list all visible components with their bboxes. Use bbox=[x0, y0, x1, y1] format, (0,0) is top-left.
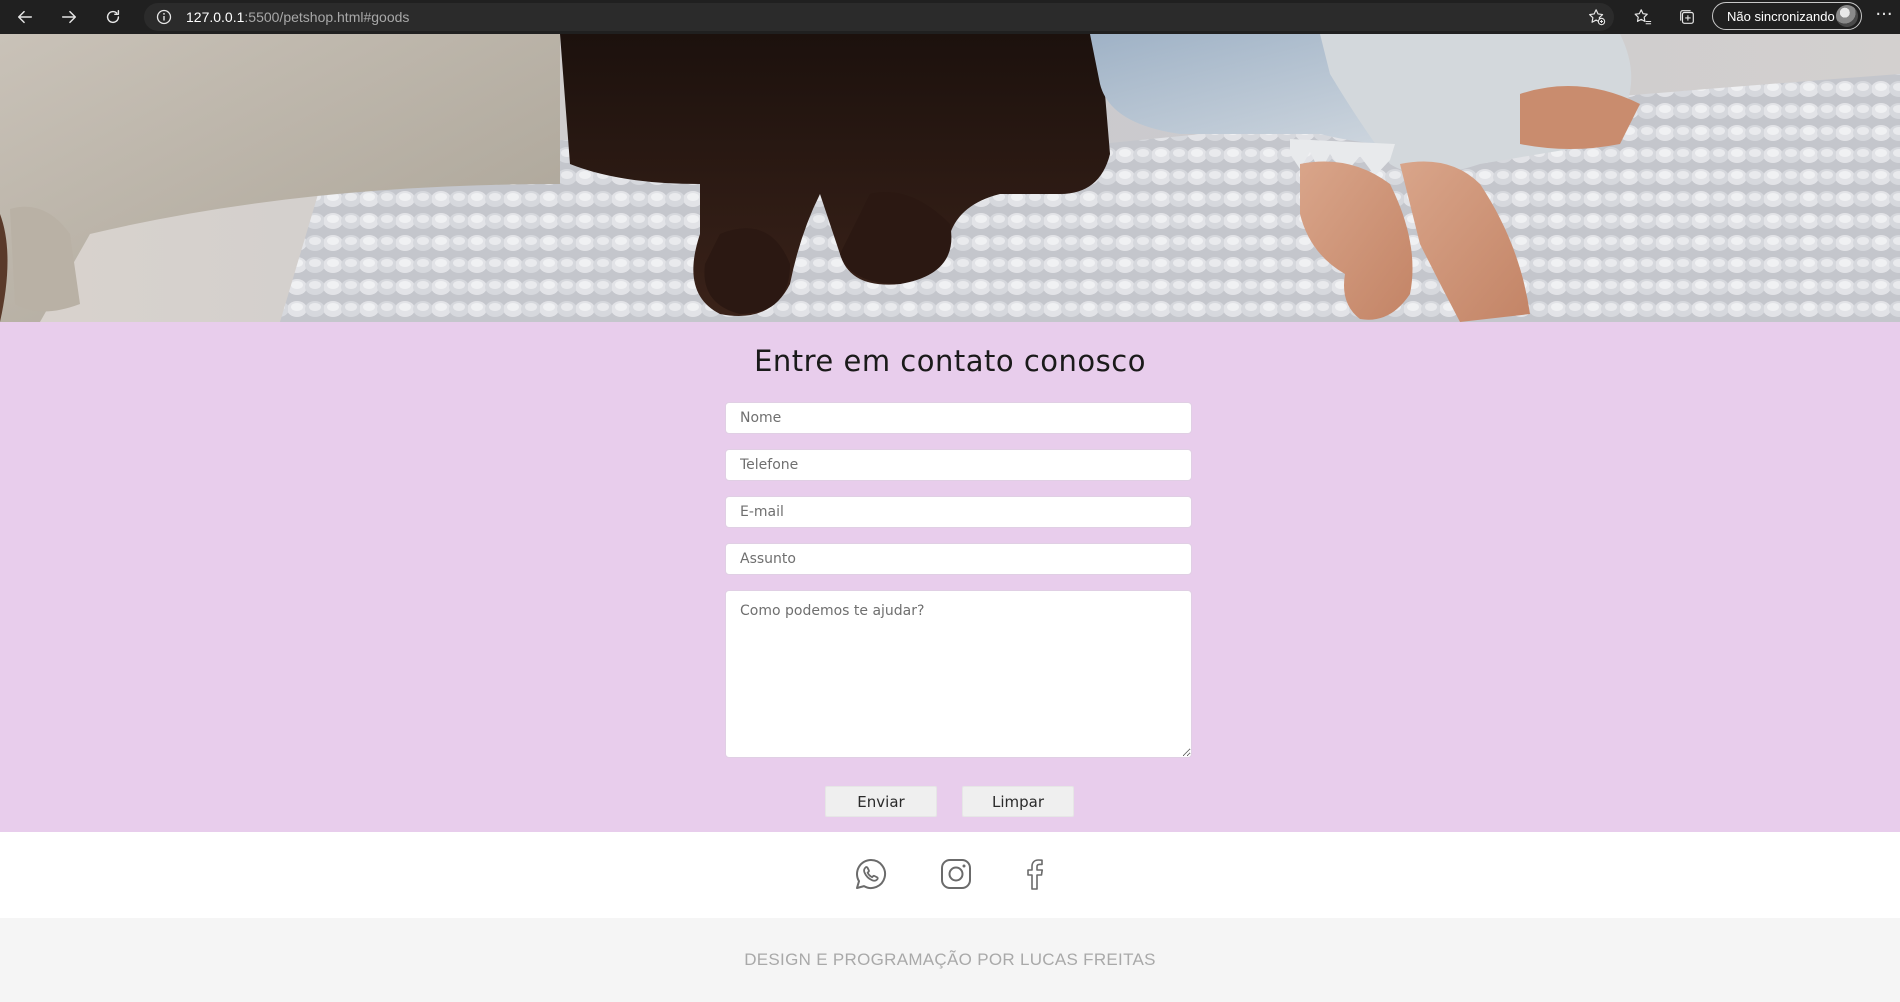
avatar bbox=[1836, 5, 1858, 27]
collections-button[interactable] bbox=[1676, 6, 1698, 28]
submit-button[interactable]: Enviar bbox=[825, 786, 937, 817]
collections-icon bbox=[1680, 10, 1694, 24]
name-input[interactable] bbox=[725, 402, 1192, 434]
subject-input[interactable] bbox=[725, 543, 1192, 575]
more-menu-button[interactable]: ··· bbox=[1872, 4, 1896, 30]
footer-credit: DESIGN E PROGRAMAÇÃO POR LUCAS FREITAS bbox=[744, 950, 1156, 969]
back-button[interactable] bbox=[10, 4, 40, 30]
profile-button[interactable]: Não sincronizando bbox=[1712, 2, 1862, 30]
whatsapp-link[interactable] bbox=[851, 854, 891, 894]
browser-toolbar: 127.0.0.1:5500/petshop.html#goods Não si… bbox=[0, 0, 1900, 34]
reload-button[interactable] bbox=[98, 4, 128, 30]
reset-button[interactable]: Limpar bbox=[962, 786, 1074, 817]
footer: DESIGN E PROGRAMAÇÃO POR LUCAS FREITAS bbox=[0, 918, 1900, 1002]
hero-photo-illustration bbox=[0, 34, 1900, 322]
phone-input[interactable] bbox=[725, 449, 1192, 481]
favorites-star-icon bbox=[1634, 9, 1652, 25]
instagram-link[interactable] bbox=[936, 854, 976, 894]
url-host: 127.0.0.1 bbox=[186, 9, 245, 25]
facebook-icon bbox=[1027, 859, 1043, 890]
message-textarea[interactable] bbox=[725, 590, 1192, 758]
url-path: :5500/petshop.html#goods bbox=[244, 9, 410, 25]
arrow-left-icon bbox=[17, 10, 33, 24]
contact-title: Entre em contato conosco bbox=[754, 344, 1146, 378]
reload-icon bbox=[106, 9, 120, 24]
site-info-icon[interactable] bbox=[156, 9, 172, 25]
email-input[interactable] bbox=[725, 496, 1192, 528]
hero-image bbox=[0, 34, 1900, 322]
whatsapp-icon bbox=[856, 858, 887, 889]
instagram-icon bbox=[941, 859, 971, 889]
contact-section: Entre em contato conosco Enviar Limpar bbox=[0, 322, 1900, 832]
facebook-link[interactable] bbox=[1015, 854, 1055, 894]
favorites-button[interactable] bbox=[1632, 6, 1654, 28]
url-text: 127.0.0.1:5500/petshop.html#goods bbox=[186, 9, 409, 25]
social-links bbox=[0, 832, 1900, 918]
profile-sync-label: Não sincronizando bbox=[1727, 8, 1835, 24]
add-favorite-icon[interactable] bbox=[1588, 8, 1606, 26]
address-bar[interactable]: 127.0.0.1:5500/petshop.html#goods bbox=[144, 3, 1614, 31]
forward-button[interactable] bbox=[54, 4, 84, 30]
arrow-right-icon bbox=[61, 10, 77, 24]
